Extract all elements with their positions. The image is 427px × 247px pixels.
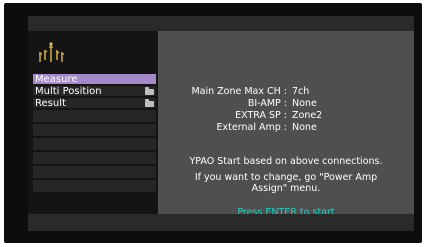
info-key: External Amp : [216, 122, 287, 133]
empty-menu-row [33, 138, 156, 152]
ypao-menu: Measure Multi Position Result [33, 74, 156, 194]
message-line: Assign" menu. [251, 183, 321, 194]
empty-menu-row [33, 166, 156, 180]
ypao-logo-icon [36, 40, 66, 66]
menu-item-label: Measure [35, 74, 78, 85]
folder-icon [145, 87, 154, 95]
tv-frame: Measure Multi Position Result Main Zone … [4, 3, 422, 243]
menu-item-measure[interactable]: Measure [33, 74, 156, 86]
top-bar [28, 16, 414, 31]
bottom-bar [28, 214, 414, 231]
sidebar: Measure Multi Position Result [28, 31, 158, 214]
ypao-screen: Measure Multi Position Result Main Zone … [28, 16, 414, 231]
menu-item-result[interactable]: Result [33, 98, 156, 110]
empty-menu-row [33, 110, 156, 124]
empty-menu-row [33, 180, 156, 194]
info-row-external-amp: External Amp : None [158, 98, 414, 146]
menu-item-label: Multi Position [35, 86, 102, 97]
folder-icon [145, 99, 154, 107]
info-value: None [292, 122, 317, 133]
empty-menu-row [33, 124, 156, 138]
content-panel: Main Zone Max CH : 7ch BI-AMP : None EXT… [158, 31, 414, 218]
empty-menu-row [33, 152, 156, 166]
menu-item-label: Result [35, 98, 66, 109]
message-line: YPAO Start based on above connections. [189, 156, 383, 167]
menu-item-multi-position[interactable]: Multi Position [33, 86, 156, 98]
